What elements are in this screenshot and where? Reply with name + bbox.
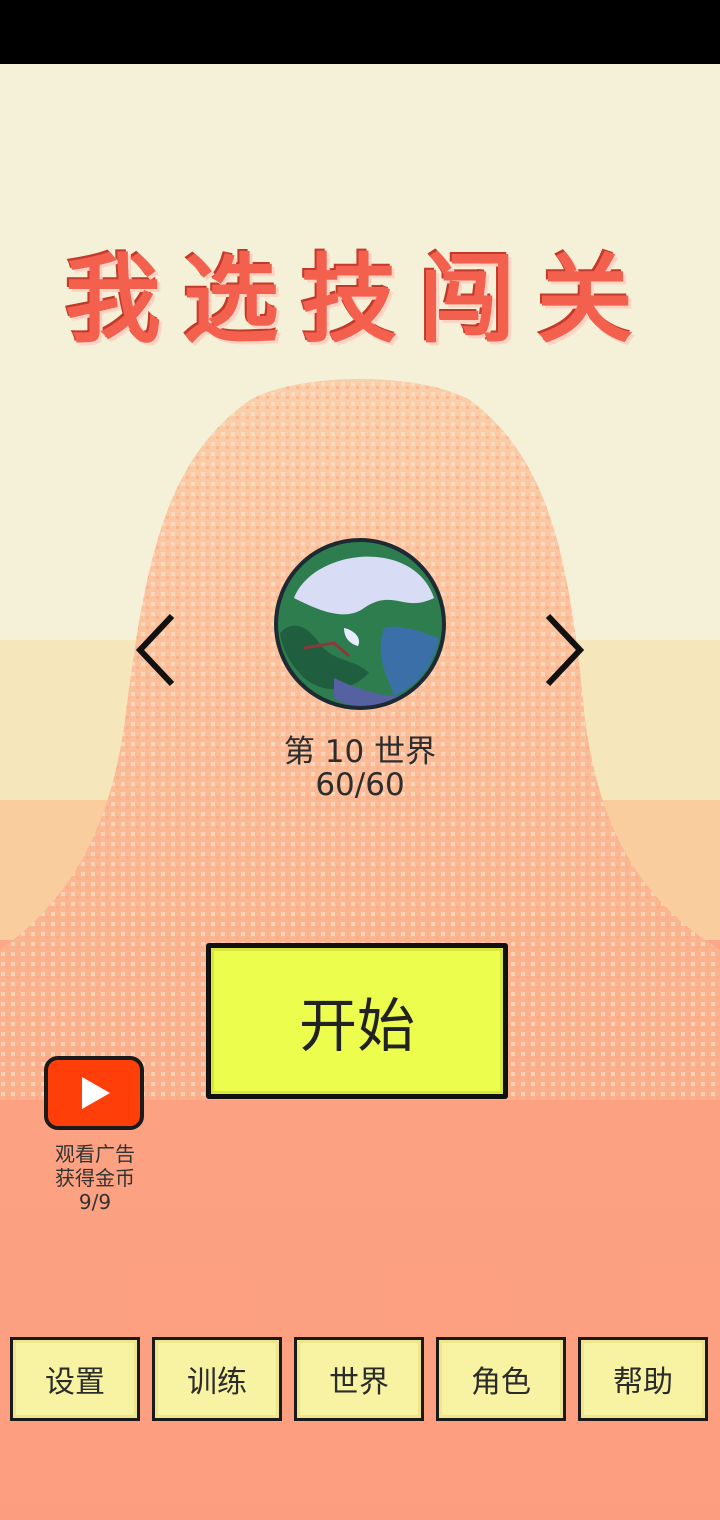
chevron-left-icon[interactable] [134,612,178,688]
world-button[interactable]: 世界 [294,1337,424,1421]
world-progress: 60/60 [315,767,405,803]
bottom-nav: 设置 训练 世界 角色 帮助 [10,1337,710,1421]
ad-label-watch: 观看广告 [55,1142,135,1166]
watch-ad-button[interactable] [44,1056,144,1130]
game-screen: 我选技闯关 第 10 世界 60/60 开始 观看广告 获得金币 9/9 设置 … [0,0,720,1520]
game-title: 我选技闯关 [65,243,655,356]
character-button[interactable]: 角色 [436,1337,566,1421]
ad-remaining-count: 9/9 [78,1190,112,1214]
planet-icon [274,538,446,710]
ad-label-reward: 获得金币 [55,1166,135,1190]
help-button[interactable]: 帮助 [578,1337,708,1421]
world-name: 第 10 世界 [283,734,437,770]
training-button[interactable]: 训练 [152,1337,282,1421]
start-button[interactable]: 开始 [206,943,508,1099]
play-icon [82,1077,110,1109]
settings-button[interactable]: 设置 [10,1337,140,1421]
chevron-right-icon[interactable] [542,612,586,688]
